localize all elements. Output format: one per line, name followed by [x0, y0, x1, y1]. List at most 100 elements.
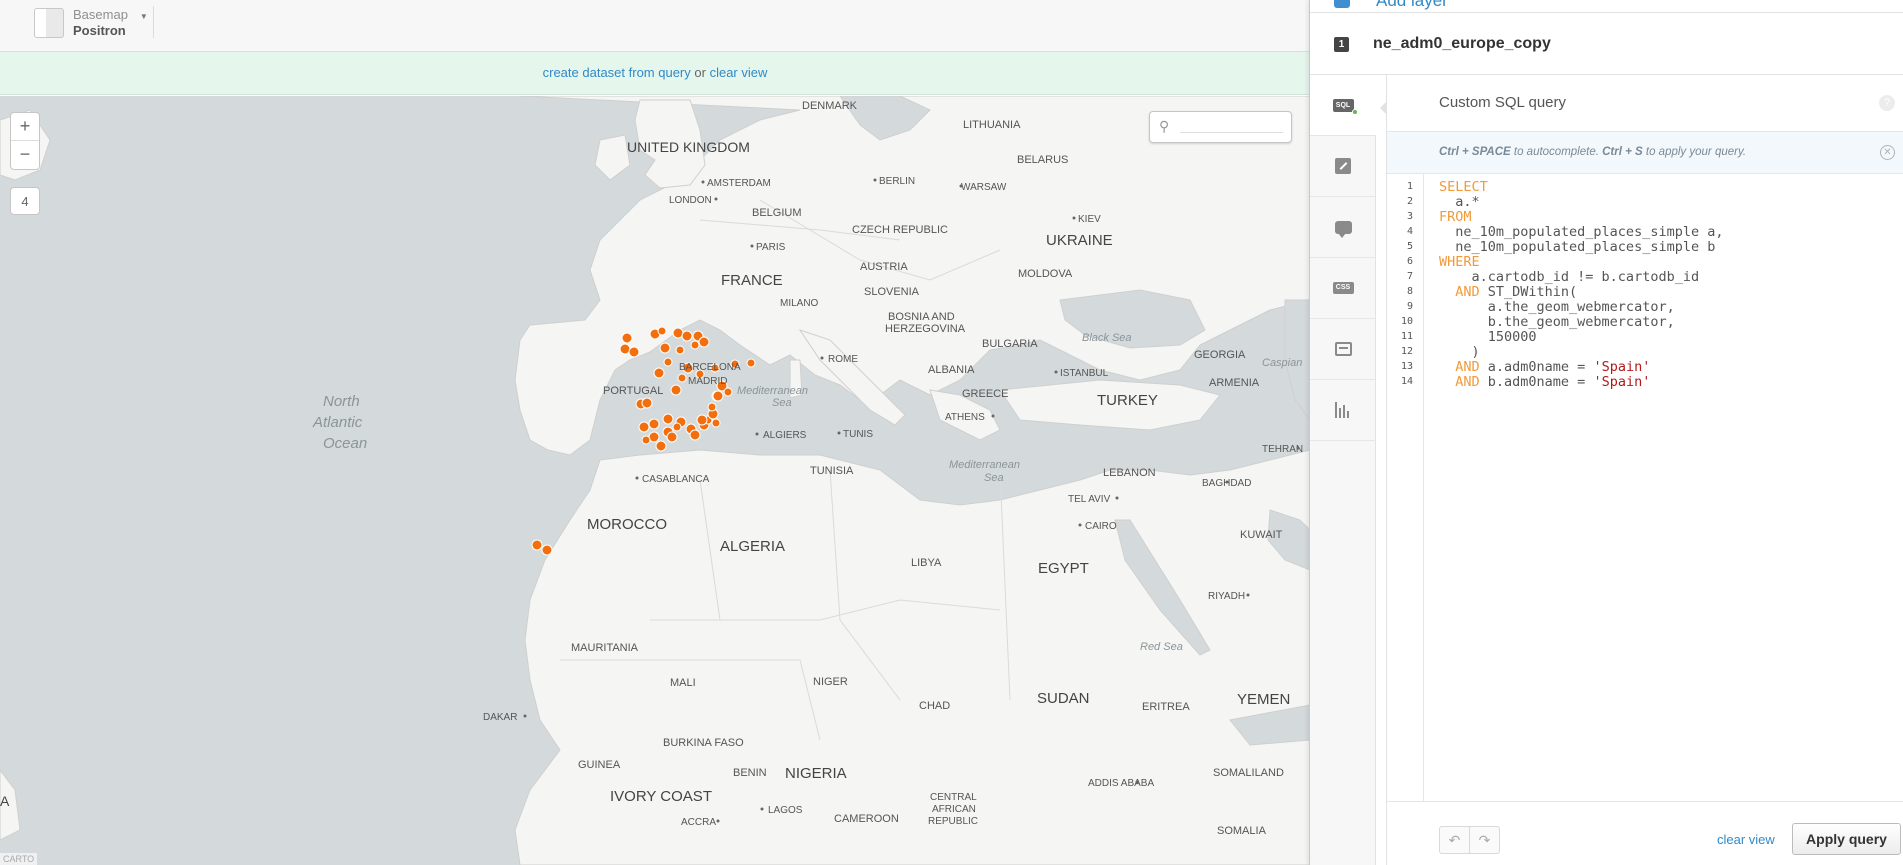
hint-key-1: Ctrl + SPACE [1439, 146, 1511, 158]
tab-filters[interactable] [1310, 380, 1376, 441]
code-line: FROM [1439, 210, 1899, 225]
toolbar-divider [153, 6, 154, 38]
line-number: 10 [1400, 316, 1413, 327]
label-sudan: SUDAN [1037, 690, 1090, 707]
label-guinea: GUINEA [578, 759, 621, 771]
label-tel-aviv: TEL AVIV [1068, 494, 1111, 505]
tab-css[interactable]: CSS [1310, 258, 1376, 319]
label-warsaw: WARSAW [961, 182, 1007, 193]
map-search[interactable]: ⚲ [1149, 111, 1292, 143]
label-black-sea: Black Sea [1082, 332, 1132, 344]
label-cameroon: CAMEROON [834, 813, 899, 825]
label-casablanca: CASABLANCA [642, 474, 710, 485]
label-tehran: TEHRAN [1262, 444, 1303, 455]
map-attribution[interactable]: CARTO [0, 853, 38, 865]
code-line: ne_10m_populated_places_simple a, [1439, 224, 1724, 240]
basemap-text: Basemap Positron [73, 7, 128, 39]
label-atlantic: Atlantic [312, 414, 363, 431]
hint-key-2: Ctrl + S [1602, 146, 1643, 158]
code-line: a.cartodb_id != b.cartodb_id [1439, 269, 1700, 285]
line-number: 9 [1406, 301, 1413, 312]
apply-query-button[interactable]: Apply query [1792, 823, 1901, 855]
code-line: b.the_geom_webmercator, [1439, 314, 1675, 330]
undo-button[interactable]: ↶ [1439, 826, 1470, 854]
label-north: North [323, 393, 360, 410]
code-string: 'Spain' [1593, 359, 1651, 375]
label-benin: BENIN [733, 767, 767, 779]
label-tunis: TUNIS [843, 429, 873, 440]
label-riyadh: RIYADH [1208, 591, 1245, 602]
map-toolbar: Basemap Positron ▼ [0, 0, 1310, 52]
label-georgia: GEORGIA [1194, 349, 1246, 361]
code-line: AND b.adm0name = 'Spain' [1439, 375, 1899, 390]
tab-infowindow[interactable] [1310, 197, 1376, 258]
editor-hint: Ctrl + SPACE to autocomplete. Ctrl + S t… [1387, 132, 1903, 174]
zoom-level-indicator: 4 [10, 187, 40, 215]
label-med-sea-1b: Sea [772, 397, 792, 409]
label-baghdad: BAGHDAD [1202, 478, 1251, 489]
tab-legends[interactable] [1310, 319, 1376, 380]
basemap-selector[interactable]: Basemap Positron ▼ [34, 6, 148, 40]
applied-dot-icon [1351, 108, 1358, 115]
tab-sql[interactable]: SQL [1310, 75, 1376, 136]
code-line: a.the_geom_webmercator, [1439, 299, 1675, 315]
line-number: 4 [1406, 226, 1413, 237]
label-albania: ALBANIA [928, 364, 975, 376]
label-berlin: BERLIN [879, 176, 915, 187]
label-slovenia: SLOVENIA [864, 286, 920, 298]
label-lithuania: LITHUANIA [963, 119, 1021, 131]
label-med-sea-2a: Mediterranean [949, 459, 1020, 471]
search-input[interactable] [1180, 132, 1283, 133]
sql-icon-text: SQL [1335, 101, 1351, 109]
add-layer-icon[interactable] [1334, 0, 1350, 8]
label-libya: LIBYA [911, 557, 942, 569]
sql-code-editor[interactable]: SELECT a.* FROM ne_10m_populated_places_… [1439, 180, 1899, 390]
label-niger: NIGER [813, 676, 848, 688]
label-bosnia-1: BOSNIA AND [888, 311, 955, 323]
code-keyword: AND [1439, 359, 1480, 375]
create-dataset-link[interactable]: create dataset from query [543, 65, 691, 80]
label-kiev: KIEV [1078, 214, 1101, 225]
infowindow-icon [1334, 220, 1352, 238]
layer-name[interactable]: ne_adm0_europe_copy [1373, 35, 1551, 53]
code-text: b.adm0name = [1479, 374, 1594, 390]
line-number: 5 [1406, 241, 1413, 252]
zoom-out-button[interactable]: − [11, 141, 39, 169]
line-number: 3 [1406, 211, 1413, 222]
caret-down-icon: ▼ [139, 11, 148, 21]
line-number-gutter: 1 2 3 4 5 6 7 8 9 10 11 12 13 14 [1387, 174, 1424, 801]
label-med-sea-1a: Mediterranean [737, 385, 808, 397]
code-text: ST_DWithin( [1479, 284, 1578, 300]
clear-view-button[interactable]: clear view [1717, 832, 1775, 847]
query-notice-bar: create dataset from query or clear view [0, 52, 1310, 95]
label-ivory-coast: IVORY COAST [610, 788, 712, 805]
label-egypt: EGYPT [1038, 560, 1089, 577]
label-barcelona: BARCELONA [679, 362, 741, 373]
sql-icon: SQL [1332, 98, 1358, 115]
label-algiers: ALGIERS [763, 430, 807, 441]
tab-wizard[interactable] [1310, 136, 1376, 197]
label-london: LONDON [669, 195, 712, 206]
basemap-svg: DENMARK LITHUANIA UNITED KINGDOM BELARUS… [0, 96, 1310, 865]
code-keyword: AND [1439, 374, 1480, 390]
layer-panel: Add layer 1 ne_adm0_europe_copy SQL CSS [1309, 0, 1903, 865]
label-nigeria: NIGERIA [785, 765, 847, 782]
label-car-1: CENTRAL [930, 792, 977, 803]
add-layer-link[interactable]: Add layer [1376, 0, 1448, 11]
zoom-in-button[interactable]: + [11, 113, 39, 141]
label-greece: GREECE [962, 388, 1008, 400]
close-hint-icon[interactable]: ✕ [1880, 145, 1895, 160]
filters-icon [1335, 402, 1351, 418]
label-caspian: Caspian [1262, 357, 1302, 369]
redo-button[interactable]: ↷ [1469, 826, 1500, 854]
help-icon[interactable]: ? [1879, 95, 1895, 111]
label-mali: MALI [670, 677, 696, 689]
clear-view-link[interactable]: clear view [710, 65, 768, 80]
code-line: SELECT [1439, 180, 1899, 195]
map-canvas[interactable]: DENMARK LITHUANIA UNITED KINGDOM BELARUS… [0, 96, 1310, 865]
label-addis-ababa: ADDIS ABABA [1088, 778, 1154, 789]
code-keyword: SELECT [1439, 179, 1488, 195]
label-austria: AUSTRIA [860, 261, 908, 273]
label-car-3: REPUBLIC [928, 816, 978, 827]
line-number: 7 [1406, 271, 1413, 282]
